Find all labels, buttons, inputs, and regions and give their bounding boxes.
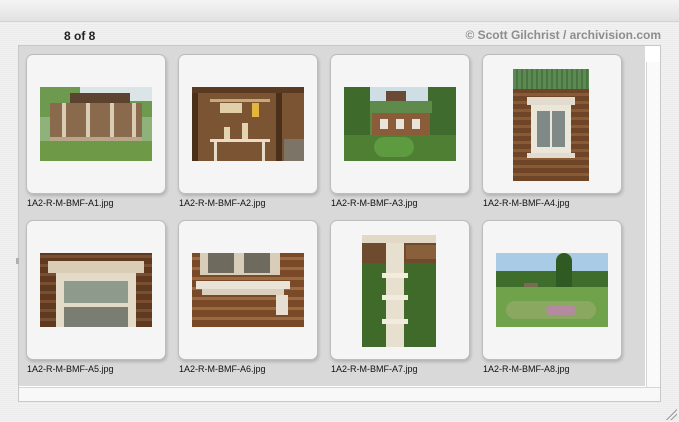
carved-post-photo <box>362 235 436 347</box>
thumbnail-item[interactable]: 1A2-R-M-BMF-A4.jpg <box>482 54 622 216</box>
wooden-veranda-photo <box>40 87 152 161</box>
thumbnail-filename: 1A2-R-M-BMF-A8.jpg <box>483 364 570 374</box>
image-counter: 8 of 8 <box>64 29 96 43</box>
garden-well-photo <box>496 253 608 327</box>
thumbnail-filename: 1A2-R-M-BMF-A1.jpg <box>27 198 114 208</box>
thumbnail-filename: 1A2-R-M-BMF-A7.jpg <box>331 364 418 374</box>
thumbnail-filename: 1A2-R-M-BMF-A3.jpg <box>331 198 418 208</box>
thumbnail-item[interactable]: 1A2-R-M-BMF-A5.jpg <box>26 220 166 382</box>
thumbnail-item[interactable]: 1A2-R-M-BMF-A6.jpg <box>178 220 318 382</box>
slide-mount[interactable] <box>482 54 622 194</box>
thumbnail-item[interactable]: 1A2-R-M-BMF-A7.jpg <box>330 220 470 382</box>
horizontal-scrollbar[interactable] <box>19 387 660 401</box>
window-top-bar <box>0 0 679 22</box>
porch-shelf-photo <box>192 87 304 161</box>
thumbnail-item[interactable]: 1A2-R-M-BMF-A8.jpg <box>482 220 622 382</box>
thumbnail-item[interactable]: 1A2-R-M-BMF-A3.jpg <box>330 54 470 216</box>
slide-mount[interactable] <box>482 220 622 360</box>
log-house-garden-photo <box>344 87 456 161</box>
slide-mount[interactable] <box>330 220 470 360</box>
carved-window-photo <box>513 69 589 181</box>
slide-mount[interactable] <box>178 220 318 360</box>
slide-mount[interactable] <box>26 220 166 360</box>
resize-grip-icon[interactable] <box>663 406 677 420</box>
splitter-mark <box>16 258 19 264</box>
slide-mount[interactable] <box>26 54 166 194</box>
thumbnail-filename: 1A2-R-M-BMF-A2.jpg <box>179 198 266 208</box>
thumbnail-item[interactable]: 1A2-R-M-BMF-A2.jpg <box>178 54 318 216</box>
copyright-notice: © Scott Gilchrist / archivision.com <box>465 28 661 42</box>
thumbnail-item[interactable]: 1A2-R-M-BMF-A1.jpg <box>26 54 166 216</box>
window-sill-photo <box>192 253 304 327</box>
window-frame-photo <box>40 253 152 327</box>
vertical-scrollbar[interactable] <box>646 62 660 387</box>
thumbnail-filename: 1A2-R-M-BMF-A4.jpg <box>483 198 570 208</box>
thumbnail-filename: 1A2-R-M-BMF-A6.jpg <box>179 364 266 374</box>
thumbnail-filename: 1A2-R-M-BMF-A5.jpg <box>27 364 114 374</box>
thumbnail-grid: 1A2-R-M-BMF-A1.jpg 1A2-R-M-BMF-A2.jpg 1A… <box>19 46 645 386</box>
slide-mount[interactable] <box>330 54 470 194</box>
slide-mount[interactable] <box>178 54 318 194</box>
